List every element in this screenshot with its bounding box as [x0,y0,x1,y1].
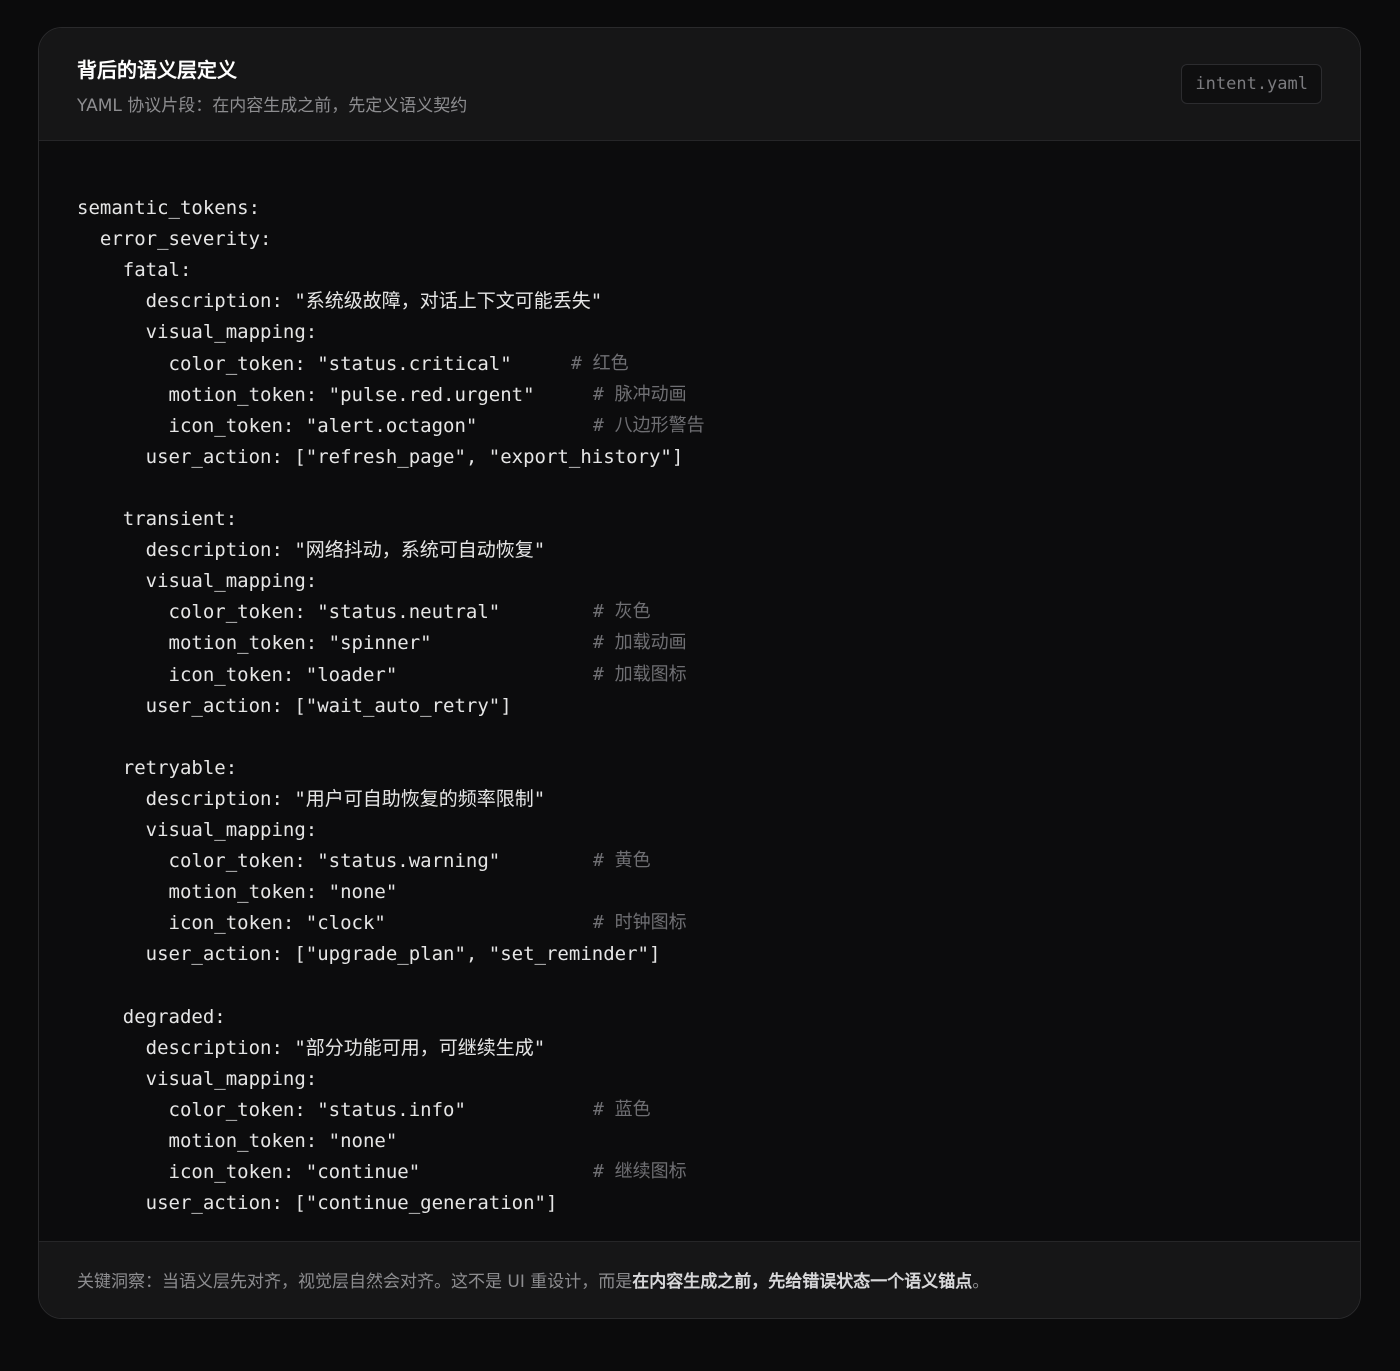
code-line: icon_token: "continue" [77,1161,421,1184]
code-line: icon_token: "clock" [77,912,386,935]
card-subtitle: YAML 协议片段：在内容生成之前，先定义语义契约 [77,96,468,116]
footer-insight-suffix: 。 [972,1272,990,1292]
code-line: color_token: "status.warning" [77,850,501,873]
code-line: retryable: [77,756,238,779]
code-line: visual_mapping: [77,819,318,841]
code-comment: # 蓝色 [593,1098,651,1120]
code-line: motion_token: "spinner" [77,632,432,655]
code-comment: # 脉冲动画 [593,383,687,405]
code-block: semantic_tokens: error_severity: fatal: … [39,141,1360,1243]
code-line: fatal: [77,259,192,282]
card-footer: 关键洞察：当语义层先对齐，视觉层自然会对齐。这不是 UI 重设计，而是在内容生成… [39,1241,1360,1318]
footer-insight: 关键洞察：当语义层先对齐，视觉层自然会对齐。这不是 UI 重设计，而是在内容生成… [77,1267,989,1292]
code-line: user_action: ["upgrade_plan", "set_remin… [77,943,661,966]
code-line: motion_token: "none" [77,1130,398,1152]
code-line: motion_token: "none" [77,881,398,904]
code-line: user_action: ["wait_auto_retry"] [77,694,512,717]
code-line: semantic_tokens: [77,197,261,219]
code-line: user_action: ["refresh_page", "export_hi… [77,445,684,468]
code-line: error_severity: [77,228,272,251]
code-line: description: "部分功能可用，可继续生成" [77,1036,546,1059]
code-line: user_action: ["continue_generation"] [77,1192,558,1215]
code-comment: # 加载图标 [593,663,687,685]
code-comment: # 继续图标 [593,1161,687,1183]
code-comment: # 加载动画 [593,632,687,654]
code-comment: # 时钟图标 [593,912,687,934]
card-header: 背后的语义层定义 YAML 协议片段：在内容生成之前，先定义语义契约 inten… [39,28,1360,141]
code-comment: # 八边形警告 [593,414,705,436]
code-line: description: "用户可自助恢复的频率限制" [77,787,546,810]
code-line: color_token: "status.info" [77,1098,466,1121]
code-line: visual_mapping: [77,570,318,593]
code-line: visual_mapping: [77,1067,318,1090]
code-line: motion_token: "pulse.red.urgent" [77,383,535,406]
code-comment: # 红色 [571,352,629,374]
code-line: degraded: [77,1005,226,1028]
code-line: icon_token: "alert.octagon" [77,414,478,437]
code-line: icon_token: "loader" [77,663,398,686]
file-name-badge: intent.yaml [1181,64,1322,104]
code-line: description: "系统级故障，对话上下文可能丢失" [77,290,603,313]
footer-insight-emphasis: 在内容生成之前，先给错误状态一个语义锚点 [632,1272,973,1292]
footer-insight-prefix: 关键洞察：当语义层先对齐，视觉层自然会对齐。这不是 UI 重设计，而是 [77,1272,633,1292]
yaml-card: 背后的语义层定义 YAML 协议片段：在内容生成之前，先定义语义契约 inten… [38,27,1361,1319]
card-title: 背后的语义层定义 [77,58,237,82]
code-line: color_token: "status.critical" [77,352,512,375]
code-line: description: "网络抖动，系统可自动恢复" [77,539,546,562]
code-line: visual_mapping: [77,321,318,344]
code-line: transient: [77,508,238,530]
code-line: color_token: "status.neutral" [77,601,501,624]
code-comment: # 黄色 [593,850,651,872]
code-comment: # 灰色 [593,601,651,623]
